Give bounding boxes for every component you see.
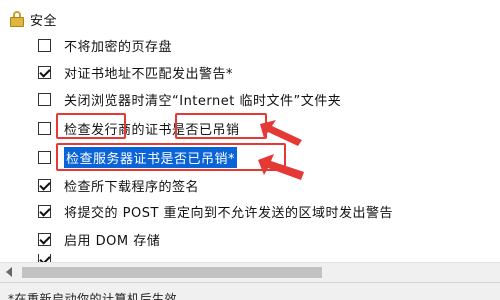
scroll-left-icon[interactable] [6, 267, 12, 277]
checkbox[interactable] [38, 178, 51, 192]
settings-list-panel: 安全 不将加密的页存盘 对证书地址不匹配发出警告* 关闭浏览器时清空“Inter… [0, 0, 500, 283]
option-label: 不将加密的页存盘 [64, 39, 173, 55]
security-section-header: 安全 [10, 8, 57, 30]
checkbox[interactable] [38, 232, 51, 246]
restart-footnote: *在重新启动你的计算机后生效 [8, 292, 178, 300]
option-label: 将提交的 POST 重定向到不允许发送的区域时发出警告 [64, 205, 394, 221]
horizontal-scrollbar[interactable] [0, 262, 500, 282]
option-label: 关闭浏览器时清空“Internet 临时文件”文件夹 [64, 93, 342, 109]
option-row[interactable]: 对证书地址不匹配发出警告* [38, 61, 233, 83]
annotation-box [175, 113, 267, 139]
annotation-box [56, 143, 286, 171]
checkbox[interactable] [38, 38, 51, 52]
checkbox[interactable] [38, 150, 51, 164]
annotation-arrow-icon [258, 154, 304, 180]
option-label: 启用 DOM 存储 [64, 233, 161, 249]
option-row[interactable]: 启用 DOM 存储 [38, 228, 160, 250]
option-label: 检查所下载程序的签名 [64, 179, 200, 195]
option-row[interactable]: 检查所下载程序的签名 [38, 174, 199, 196]
scrollbar-thumb[interactable] [22, 267, 322, 278]
option-row[interactable]: 将提交的 POST 重定向到不允许发送的区域时发出警告 [38, 200, 393, 222]
annotation-arrow-icon [260, 120, 302, 146]
lock-icon [10, 11, 24, 27]
option-row[interactable]: 不将加密的页存盘 [38, 34, 172, 56]
checkbox[interactable] [38, 92, 51, 106]
checkbox[interactable] [38, 65, 51, 79]
option-label: 对证书地址不匹配发出警告* [64, 66, 234, 82]
annotation-box [56, 113, 126, 139]
checkbox[interactable] [38, 204, 51, 218]
checkbox[interactable] [38, 121, 51, 135]
option-row[interactable]: 关闭浏览器时清空“Internet 临时文件”文件夹 [38, 88, 341, 110]
section-title: 安全 [30, 13, 58, 29]
